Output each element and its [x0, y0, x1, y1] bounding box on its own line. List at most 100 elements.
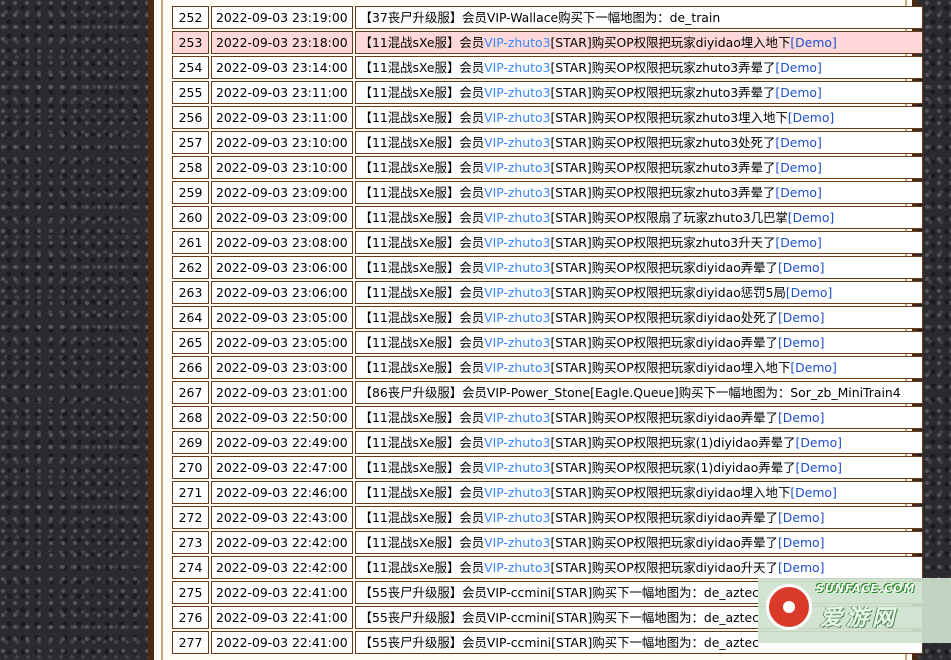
log-table: 252 2022-09-03 23:19:00 【37丧尸升级服】会员VIP-Wal… — [170, 4, 925, 656]
row-id: 254 — [172, 56, 209, 79]
message-action-text: [STAR]购买OP权限把玩家zhuto3弄晕了 — [550, 160, 776, 175]
message-action-text: [STAR]购买OP权限把玩家(1)diyidao弄晕了 — [550, 460, 796, 475]
message-action-text: [STAR]购买OP权限把玩家diyidao埋入地下 — [550, 485, 791, 500]
row-time: 2022-09-03 23:11:00 — [211, 81, 353, 104]
demo-link[interactable]: [Demo] — [778, 510, 824, 525]
vip-user-link[interactable]: VIP-zhuto3 — [484, 360, 550, 375]
demo-link[interactable]: [Demo] — [788, 110, 834, 125]
row-id: 266 — [172, 356, 209, 379]
vip-user-link[interactable]: VIP-zhuto3 — [484, 210, 550, 225]
message-text: 【11混战sXe服】会员 — [359, 360, 485, 375]
row-id: 267 — [172, 381, 209, 404]
row-message: 【11混战sXe服】会员VIP-zhuto3[STAR]购买OP权限把玩家diy… — [354, 556, 923, 579]
vip-user-link[interactable]: VIP-zhuto3 — [484, 235, 550, 250]
demo-link[interactable]: [Demo] — [775, 60, 821, 75]
vip-user-link[interactable]: VIP-zhuto3 — [484, 160, 550, 175]
message-text: 【11混战sXe服】会员 — [359, 60, 485, 75]
row-id: 275 — [172, 581, 209, 604]
watermark-main-text: 爱游网 — [820, 606, 899, 631]
row-message: 【11混战sXe服】会员VIP-zhuto3[STAR]购买OP权限把玩家diy… — [354, 331, 923, 354]
vip-user-link[interactable]: VIP-zhuto3 — [484, 335, 550, 350]
message-text: 【11混战sXe服】会员 — [359, 410, 485, 425]
demo-link[interactable]: [Demo] — [786, 285, 832, 300]
row-message: 【11混战sXe服】会员VIP-zhuto3[STAR]购买OP权限把玩家zhu… — [354, 156, 923, 179]
vip-user-link[interactable]: VIP-zhuto3 — [484, 535, 550, 550]
vip-user-link[interactable]: VIP-zhuto3 — [484, 135, 550, 150]
demo-link[interactable]: [Demo] — [790, 485, 836, 500]
message-action-text: [STAR]购买OP权限把玩家(1)diyidao弄晕了 — [550, 435, 796, 450]
row-message: 【11混战sXe服】会员VIP-zhuto3[STAR]购买OP权限把玩家diy… — [354, 31, 923, 54]
vip-user-link[interactable]: VIP-zhuto3 — [484, 485, 550, 500]
vip-user-link[interactable]: VIP-zhuto3 — [484, 35, 550, 50]
demo-link[interactable]: [Demo] — [778, 310, 824, 325]
demo-link[interactable]: [Demo] — [778, 335, 824, 350]
row-message: 【11混战sXe服】会员VIP-zhuto3[STAR]购买OP权限把玩家diy… — [354, 506, 923, 529]
message-action-text: [STAR]购买OP权限把玩家diyidao弄晕了 — [550, 535, 778, 550]
row-message: 【11混战sXe服】会员VIP-zhuto3[STAR]购买OP权限把玩家diy… — [354, 306, 923, 329]
row-time: 2022-09-03 23:03:00 — [211, 356, 353, 379]
row-time: 2022-09-03 22:46:00 — [211, 481, 353, 504]
demo-link[interactable]: [Demo] — [778, 535, 824, 550]
demo-link[interactable]: [Demo] — [778, 260, 824, 275]
vip-user-link[interactable]: VIP-zhuto3 — [484, 435, 550, 450]
vip-user-link[interactable]: VIP-zhuto3 — [484, 560, 550, 575]
row-message: 【86丧尸升级服】会员VIP-Power_Stone[Eagle.Queue]购… — [354, 381, 923, 404]
demo-link[interactable]: [Demo] — [790, 35, 836, 50]
row-time: 2022-09-03 22:50:00 — [211, 406, 353, 429]
message-text: 【11混战sXe服】会员 — [359, 210, 485, 225]
demo-link[interactable]: [Demo] — [778, 410, 824, 425]
row-time: 2022-09-03 23:14:00 — [211, 56, 353, 79]
row-id: 276 — [172, 606, 209, 629]
demo-link[interactable]: [Demo] — [775, 235, 821, 250]
demo-link[interactable]: [Demo] — [775, 160, 821, 175]
demo-link[interactable]: [Demo] — [788, 210, 834, 225]
vip-user-link[interactable]: VIP-zhuto3 — [484, 410, 550, 425]
demo-link[interactable]: [Demo] — [778, 560, 824, 575]
vip-user-link[interactable]: VIP-zhuto3 — [484, 510, 550, 525]
message-action-text: [STAR]购买OP权限把玩家zhuto3埋入地下 — [550, 110, 788, 125]
row-id: 274 — [172, 556, 209, 579]
message-text: 【11混战sXe服】会员 — [359, 460, 485, 475]
vip-user-link[interactable]: VIP-zhuto3 — [484, 60, 550, 75]
demo-link[interactable]: [Demo] — [796, 460, 842, 475]
demo-link[interactable]: [Demo] — [775, 135, 821, 150]
row-message: 【11混战sXe服】会员VIP-zhuto3[STAR]购买OP权限扇了玩家zh… — [354, 206, 923, 229]
vip-user-link[interactable]: VIP-zhuto3 — [484, 310, 550, 325]
row-id: 264 — [172, 306, 209, 329]
message-action-text: [STAR]购买OP权限把玩家diyidao惩罚5局 — [550, 285, 786, 300]
message-text: 【11混战sXe服】会员 — [359, 310, 485, 325]
message-text: 【86丧尸升级服】会员VIP-Power_Stone[Eagle.Queue]购… — [359, 385, 901, 400]
message-text: 【11混战sXe服】会员 — [359, 185, 485, 200]
vip-user-link[interactable]: VIP-zhuto3 — [484, 285, 550, 300]
vip-user-link[interactable]: VIP-zhuto3 — [484, 85, 550, 100]
vip-user-link[interactable]: VIP-zhuto3 — [484, 110, 550, 125]
message-action-text: [STAR]购买OP权限把玩家diyidao埋入地下 — [550, 35, 791, 50]
demo-link[interactable]: [Demo] — [775, 185, 821, 200]
vip-user-link[interactable]: VIP-zhuto3 — [484, 460, 550, 475]
message-text: 【37丧尸升级服】会员VIP-Wallace购买下一幅地图为：de_train — [359, 10, 721, 25]
row-message: 【11混战sXe服】会员VIP-zhuto3[STAR]购买OP权限把玩家zhu… — [354, 56, 923, 79]
table-row: 270 2022-09-03 22:47:00 【11混战sXe服】会员VIP-zh… — [172, 456, 923, 479]
message-text: 【11混战sXe服】会员 — [359, 160, 485, 175]
demo-link[interactable]: [Demo] — [775, 85, 821, 100]
demo-link[interactable]: [Demo] — [790, 360, 836, 375]
watermark-top-text: SUNFACE.COM — [816, 582, 916, 595]
table-row: 269 2022-09-03 22:49:00 【11混战sXe服】会员VIP-zh… — [172, 431, 923, 454]
vip-user-link[interactable]: VIP-zhuto3 — [484, 185, 550, 200]
row-id: 261 — [172, 231, 209, 254]
table-row: 259 2022-09-03 23:09:00 【11混战sXe服】会员VIP-zh… — [172, 181, 923, 204]
message-text: 【11混战sXe服】会员 — [359, 235, 485, 250]
message-action-text: [STAR]购买OP权限把玩家diyidao弄晕了 — [550, 335, 778, 350]
table-row: 258 2022-09-03 23:10:00 【11混战sXe服】会员VIP-zh… — [172, 156, 923, 179]
vip-user-link[interactable]: VIP-zhuto3 — [484, 260, 550, 275]
message-text: 【11混战sXe服】会员 — [359, 110, 485, 125]
demo-link[interactable]: [Demo] — [796, 435, 842, 450]
row-time: 2022-09-03 23:10:00 — [211, 131, 353, 154]
row-id: 273 — [172, 531, 209, 554]
message-text: 【11混战sXe服】会员 — [359, 260, 485, 275]
row-time: 2022-09-03 23:19:00 — [211, 6, 353, 29]
row-message: 【11混战sXe服】会员VIP-zhuto3[STAR]购买OP权限把玩家diy… — [354, 356, 923, 379]
row-time: 2022-09-03 23:08:00 — [211, 231, 353, 254]
log-table-body: 252 2022-09-03 23:19:00 【37丧尸升级服】会员VIP-Wal… — [172, 6, 923, 654]
row-id: 271 — [172, 481, 209, 504]
